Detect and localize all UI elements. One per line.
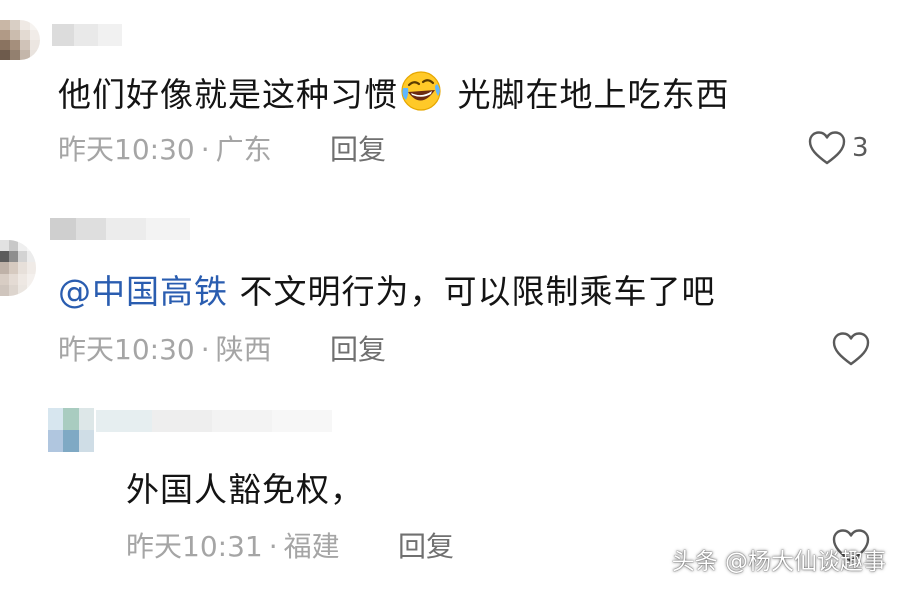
comment-location-2: 陕西	[215, 333, 272, 366]
username-blurred-2[interactable]	[50, 218, 190, 240]
heart-icon	[832, 332, 870, 366]
laughing-emoji-icon	[401, 71, 441, 111]
like-count-1: 3	[852, 133, 869, 163]
comment-text-1-part2: 光脚在地上吃东西	[446, 75, 730, 114]
user-avatar-1[interactable]	[0, 20, 40, 60]
comment-meta-3: 昨天10:31 · 福建	[126, 530, 340, 564]
user-avatar-2[interactable]	[0, 240, 36, 296]
source-watermark: 头条 @杨大仙谈趣事	[671, 549, 886, 575]
comment-meta-1: 昨天10:30 · 广东	[58, 133, 272, 167]
username-blurred-3[interactable]	[96, 410, 332, 432]
user-avatar-3[interactable]	[48, 408, 94, 452]
comment-time-1: 昨天10:30	[58, 133, 195, 166]
meta-separator: ·	[268, 530, 278, 563]
mention-link[interactable]: @中国高铁	[58, 272, 228, 311]
username-blurred-1[interactable]	[52, 24, 122, 46]
comment-text-3: 外国人豁免权，	[126, 470, 364, 509]
comment-time-2: 昨天10:30	[58, 333, 195, 366]
comment-text-1-part1: 他们好像就是这种习惯	[58, 75, 398, 114]
comment-text-2: @中国高铁 不文明行为，可以限制乘车了吧	[58, 272, 716, 312]
like-button-2[interactable]	[832, 331, 876, 367]
reply-button-1[interactable]: 回复	[330, 133, 386, 167]
comment-time-3: 昨天10:31	[126, 530, 263, 563]
heart-icon	[808, 131, 846, 165]
comment-text-2-body: 不文明行为，可以限制乘车了吧	[228, 272, 716, 311]
meta-separator: ·	[200, 333, 210, 366]
reply-button-3[interactable]: 回复	[398, 530, 454, 564]
comment-location-1: 广东	[215, 133, 272, 166]
comment-meta-2: 昨天10:30 · 陕西	[58, 333, 272, 367]
meta-separator: ·	[200, 133, 210, 166]
reply-button-2[interactable]: 回复	[330, 333, 386, 367]
comment-location-3: 福建	[283, 530, 340, 563]
comment-text-1: 他们好像就是这种习惯 光脚在地上吃东西	[58, 70, 730, 115]
like-button-1[interactable]: 3	[808, 130, 869, 166]
